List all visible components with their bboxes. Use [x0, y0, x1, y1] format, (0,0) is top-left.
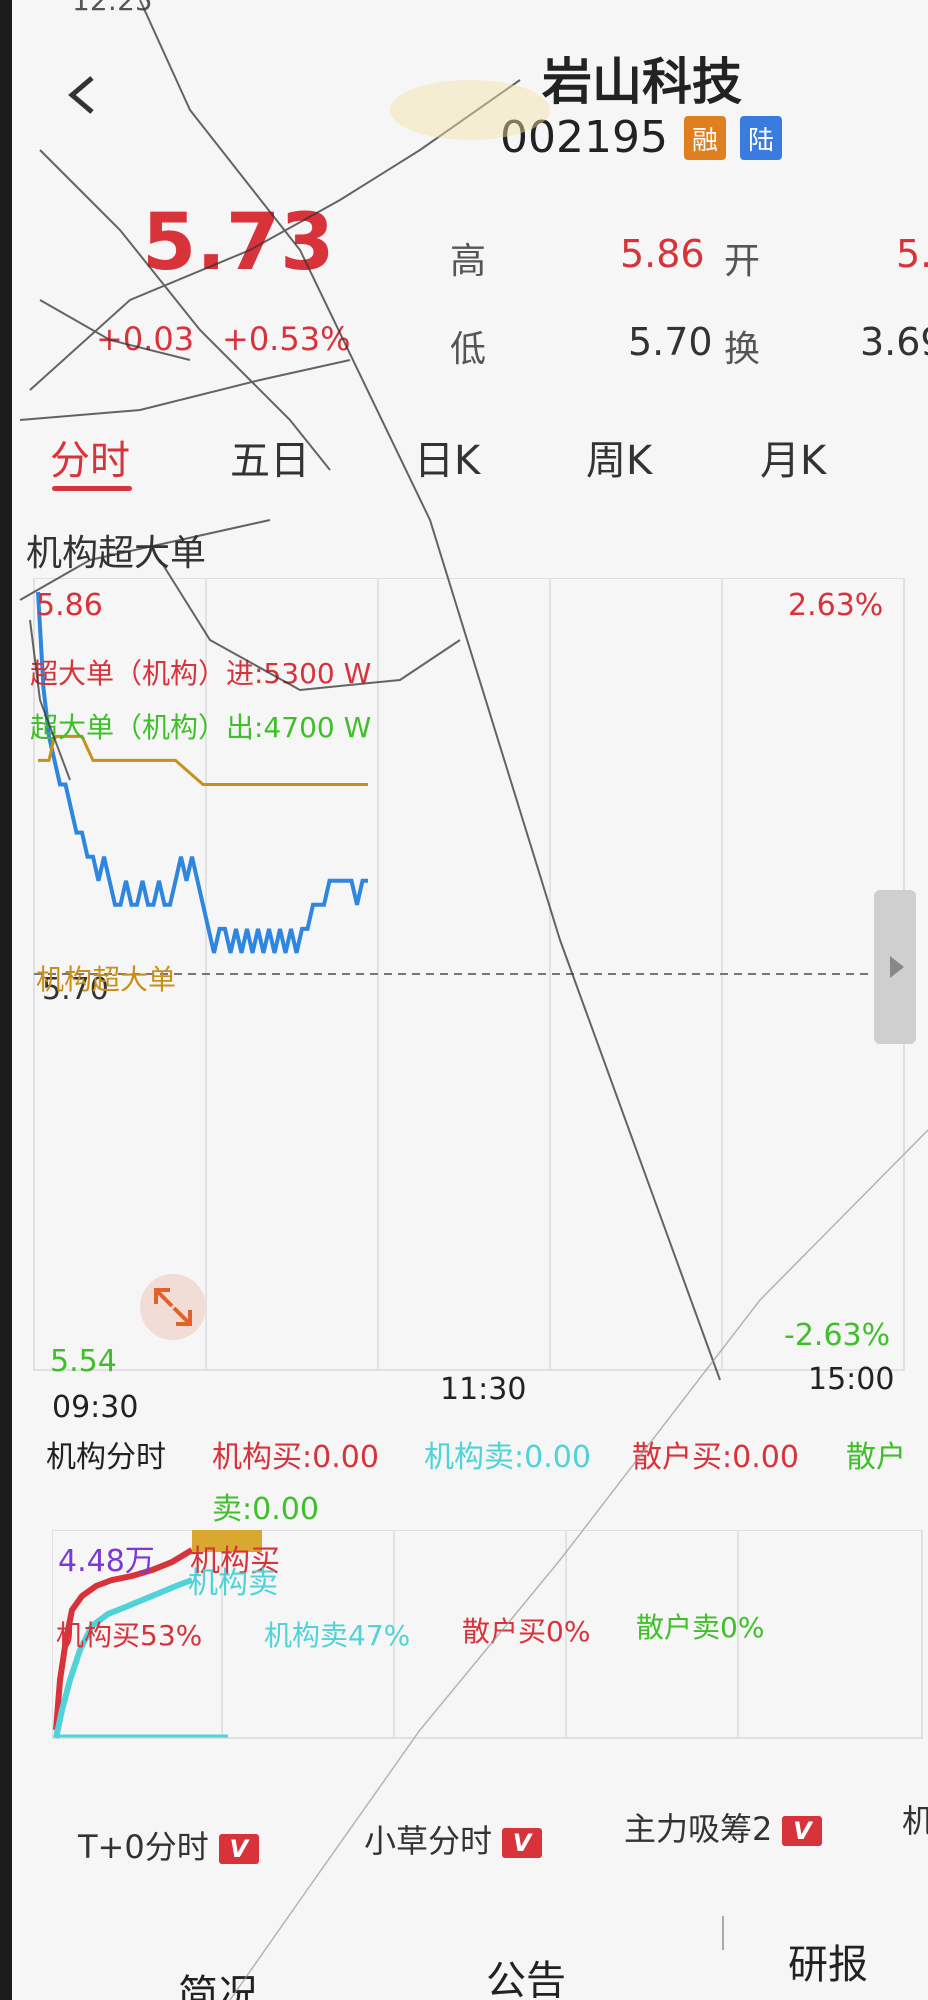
pct-inst-buy: 机构买53% [56, 1619, 203, 1652]
indicator-tab-grass[interactable]: 小草分时 V [364, 1816, 543, 1862]
outflow-legend: 超大单（机构）出:4700 W [30, 711, 372, 744]
low-value: 5.70 [628, 320, 713, 364]
tab-five-day[interactable]: 五日 [230, 428, 310, 486]
pct-axis-bottom: -2.63% [784, 1318, 891, 1353]
indicator-tab-main-force[interactable]: 主力吸筹2 V [624, 1804, 823, 1850]
status-time: 12:25 [72, 0, 153, 17]
hk-connect-badge: 陆 [740, 116, 782, 160]
stock-code: 002195 [500, 112, 668, 163]
pct-axis-top: 2.63% [788, 588, 884, 623]
footer-tab-reports[interactable]: 研报 [788, 1932, 868, 1990]
back-arrow-icon[interactable] [62, 70, 102, 120]
pct-retail-buy: 散户买0% [462, 1615, 591, 1648]
flow-inst-buy: 机构买:0.00 [212, 1440, 379, 1475]
footer-tab-announcements[interactable]: 公告 [486, 1948, 566, 2000]
time-axis-start: 09:30 [52, 1390, 139, 1425]
stock-name: 岩山科技 [542, 53, 742, 111]
flow-retail-buy: 散户买:0.00 [632, 1440, 799, 1475]
expand-arrows-icon[interactable] [140, 1274, 206, 1340]
footer-tab-profile[interactable]: 简况 [178, 1962, 258, 2000]
chevron-right-icon[interactable] [874, 890, 916, 1044]
pct-retail-sell: 散户卖0% [636, 1611, 765, 1644]
turnover-label: 换 [724, 329, 761, 370]
price-change: +0.03 [96, 320, 195, 358]
indicator-tab-more[interactable]: 机 [902, 1796, 928, 1842]
flow-title: 机构分时 [46, 1440, 166, 1475]
turnover-value: 3.69 [860, 320, 928, 364]
vip-badge-icon: V [782, 1816, 823, 1846]
phone-screen: 12:25 岩山科技 002195 融 陆 5.73 +0.03 +0.53% … [12, 0, 928, 2000]
current-price: 5.73 [142, 198, 335, 288]
flow-series2-label: 机构卖 [188, 1566, 278, 1601]
series-layer [36, 591, 368, 954]
price-axis-bottom: 5.54 [50, 1344, 117, 1379]
tab-intraday[interactable]: 分时 [50, 428, 130, 486]
vip-badge-icon: V [218, 1834, 259, 1864]
indicator-tab-main-force-label: 主力吸筹2 [624, 1810, 773, 1848]
vip-badge-icon: V [502, 1828, 543, 1858]
tab-monthly-k[interactable]: 月K [760, 428, 826, 486]
pct-inst-sell: 机构卖47% [264, 1619, 411, 1652]
indicator-title[interactable]: 机构超大单 [26, 524, 206, 576]
flow-retail-sell-b: 卖:0.00 [212, 1492, 319, 1527]
low-label: 低 [450, 329, 487, 370]
time-axis-mid: 11:30 [440, 1372, 527, 1407]
flow-retail-sell-a: 散户 [846, 1440, 906, 1475]
active-tab-underline [52, 486, 132, 491]
indicator-tab-grass-label: 小草分时 [364, 1822, 493, 1860]
tab-weekly-k[interactable]: 周K [586, 428, 652, 486]
flow-value: 4.48万 [58, 1544, 155, 1579]
indicator-tab-t0[interactable]: T+0分时 V [78, 1822, 259, 1868]
footer-divider [722, 1916, 724, 1950]
open-label: 开 [724, 241, 761, 282]
open-value: 5. [896, 232, 928, 276]
high-label: 高 [450, 241, 487, 282]
inflow-legend: 超大单（机构）进:5300 W [30, 657, 372, 690]
flow-inst-sell: 机构卖:0.00 [424, 1440, 591, 1475]
time-axis-end: 15:00 [808, 1362, 895, 1397]
indicator-tab-t0-label: T+0分时 [78, 1828, 209, 1866]
tab-daily-k[interactable]: 日K [414, 428, 480, 486]
series-line-0 [36, 591, 368, 954]
high-value: 5.86 [620, 232, 705, 276]
price-change-pct: +0.53% [222, 320, 351, 358]
series-label: 机构超大单 [36, 963, 177, 996]
margin-badge: 融 [684, 116, 726, 160]
price-axis-top: 5.86 [36, 588, 103, 623]
